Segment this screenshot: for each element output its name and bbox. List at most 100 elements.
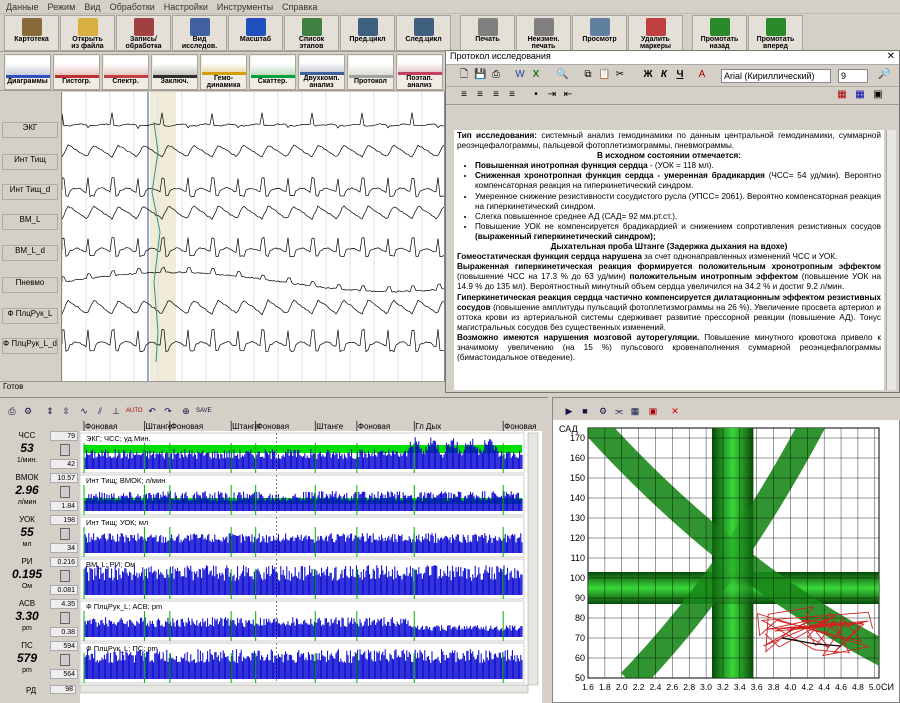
- indent-icon[interactable]: ⇥: [546, 89, 558, 101]
- forward-button[interactable]: Промотать вперед: [748, 14, 803, 51]
- xy-plot[interactable]: 50607080901001101201301401501601701.6 1.8…: [553, 420, 899, 702]
- bold-icon[interactable]: Ж: [642, 69, 654, 81]
- scale-max[interactable]: 198: [50, 515, 78, 525]
- conclusion-view-button[interactable]: Заключ.: [151, 53, 198, 90]
- auto-icon[interactable]: AUTO: [126, 405, 143, 417]
- settings-icon[interactable]: ⚙: [597, 405, 609, 417]
- scale-max[interactable]: 10.57: [50, 473, 78, 483]
- scale-min[interactable]: 0.081: [50, 585, 78, 595]
- clear-icon[interactable]: ✕: [669, 405, 681, 417]
- scale-spinner[interactable]: [60, 570, 70, 582]
- grid-icon[interactable]: ▦: [629, 405, 641, 417]
- excel-icon[interactable]: X: [530, 69, 542, 81]
- protocol-scrollbar[interactable]: [886, 130, 896, 390]
- scale-max[interactable]: 0.216: [50, 557, 78, 567]
- delete-markers-button[interactable]: Удалить маркеры: [628, 14, 683, 51]
- next-cycle-button[interactable]: След.цикл: [396, 14, 451, 51]
- preview-button[interactable]: Просмотр: [572, 14, 627, 51]
- bullets-icon[interactable]: •: [530, 89, 542, 101]
- printer-button[interactable]: Печать: [460, 14, 515, 51]
- menu-item[interactable]: Обработки: [110, 2, 155, 12]
- report-icon[interactable]: ▦: [836, 89, 848, 101]
- cut-icon[interactable]: ✂: [614, 69, 626, 81]
- align-center-icon[interactable]: ≡: [474, 89, 486, 101]
- scatter-view-button[interactable]: Скаттер.: [249, 53, 296, 90]
- find-icon[interactable]: 🔍: [556, 69, 568, 81]
- scale-icon[interactable]: ⇕: [44, 405, 56, 417]
- trend-scrollbar[interactable]: [80, 684, 529, 694]
- card-index-button[interactable]: Картотека: [4, 14, 59, 51]
- prev-cycle-button[interactable]: Пред.цикл: [340, 14, 395, 51]
- axis-icon[interactable]: ⫘: [613, 405, 625, 417]
- align-justify-icon[interactable]: ≡: [506, 89, 518, 101]
- rewind-button[interactable]: Промотать назад: [692, 14, 747, 51]
- menu-item[interactable]: Вид: [84, 2, 100, 12]
- font-name-select[interactable]: Arial (Кириллический): [721, 69, 831, 83]
- zoom-in-icon[interactable]: ⊕: [180, 405, 192, 417]
- signal-panel[interactable]: ЭКГ Инт Тищ Инт Тищ_d ВМ_L ВМ_L_d Пневмо Ф Плц…: [0, 92, 445, 381]
- record-button[interactable]: Запись/ обработка: [116, 14, 171, 51]
- paste-icon[interactable]: 📋: [598, 69, 610, 81]
- italic-icon[interactable]: К: [658, 69, 670, 81]
- menu-item[interactable]: Данные: [6, 2, 39, 12]
- protocol-text[interactable]: Тип исследования: системный анализ гемод…: [454, 130, 884, 390]
- trend-icon[interactable]: ⫽: [94, 405, 106, 417]
- scale-min[interactable]: 0.38: [50, 627, 78, 637]
- channel-label[interactable]: Инт Тищ: [2, 154, 58, 170]
- record-icon[interactable]: ▣: [647, 405, 659, 417]
- channel-label[interactable]: Ф ПлцРук_L_d: [2, 338, 58, 354]
- cursor-icon[interactable]: ∿: [78, 405, 90, 417]
- scale-spinner[interactable]: [60, 486, 70, 498]
- scale-min[interactable]: 564: [50, 669, 78, 679]
- scale-spinner[interactable]: [60, 444, 70, 456]
- redo-icon[interactable]: ↷: [162, 405, 174, 417]
- save-trend-icon[interactable]: SAVE: [196, 405, 212, 417]
- spectrum-view-button[interactable]: Спектр.: [102, 53, 149, 90]
- signal-traces[interactable]: [62, 92, 444, 381]
- scale-spinner[interactable]: [60, 654, 70, 666]
- menu-item[interactable]: Настройки: [164, 2, 208, 12]
- channel-label[interactable]: Пневмо: [2, 277, 58, 293]
- print-unchanged-button[interactable]: Неизмен. печать: [516, 14, 571, 51]
- channel-label[interactable]: Ф ПлцРук_L: [2, 308, 58, 324]
- protocol-view-button[interactable]: Протокол: [347, 53, 394, 90]
- scale-max[interactable]: 4.35: [50, 599, 78, 609]
- align-left-icon[interactable]: ≡: [458, 89, 470, 101]
- channel-label[interactable]: Инт Тищ_d: [2, 184, 58, 200]
- scale-min[interactable]: 34: [50, 543, 78, 553]
- close-icon[interactable]: ✕: [887, 51, 895, 62]
- trend-vscrollbar[interactable]: [527, 432, 539, 686]
- word-icon[interactable]: W: [514, 69, 526, 81]
- image-icon[interactable]: ▣: [872, 89, 884, 101]
- save-icon[interactable]: 💾: [474, 69, 486, 81]
- trend-graphs[interactable]: Фоновая ШтангеФоновая ШтангеФоновая Штанге Ф…: [80, 421, 542, 703]
- scale-spinner[interactable]: [60, 528, 70, 540]
- undo-icon[interactable]: ↶: [146, 405, 158, 417]
- menu-item[interactable]: Режим: [48, 2, 76, 12]
- scale-max[interactable]: 79: [50, 431, 78, 441]
- channel-label[interactable]: ЭКГ: [2, 122, 58, 138]
- font-color-icon[interactable]: A: [696, 69, 708, 81]
- print-icon[interactable]: ⎙: [6, 405, 18, 417]
- settings-icon[interactable]: ▦: [854, 89, 866, 101]
- font-size-select[interactable]: 9: [838, 69, 868, 83]
- hemodynamics-view-button[interactable]: Гемо- динамика: [200, 53, 247, 90]
- settings-icon[interactable]: ⚙: [22, 405, 34, 417]
- underline-icon[interactable]: Ч: [674, 69, 686, 81]
- scale-y-icon[interactable]: ⇳: [60, 405, 72, 417]
- zoom-icon[interactable]: 🔎: [878, 69, 890, 81]
- two-component-view-button[interactable]: Двухкомп. анализ: [298, 53, 345, 90]
- play-icon[interactable]: ▶: [563, 405, 575, 417]
- study-view-button[interactable]: Вид исследов.: [172, 14, 227, 51]
- scale-max[interactable]: 594: [50, 641, 78, 651]
- scale-spinner[interactable]: [60, 612, 70, 624]
- zoom-button[interactable]: Масштаб: [228, 14, 283, 51]
- align-right-icon[interactable]: ≡: [490, 89, 502, 101]
- diagrams-view-button[interactable]: Диаграммы: [4, 53, 51, 90]
- menu-item[interactable]: Инструменты: [217, 2, 273, 12]
- new-doc-icon[interactable]: 🗋: [458, 69, 470, 81]
- copy-icon[interactable]: ⧉: [582, 69, 594, 81]
- channel-label[interactable]: ВМ_L_d: [2, 245, 58, 261]
- scale-min[interactable]: 1.84: [50, 501, 78, 511]
- stage-analysis-view-button[interactable]: Поэтап. анализ: [396, 53, 443, 90]
